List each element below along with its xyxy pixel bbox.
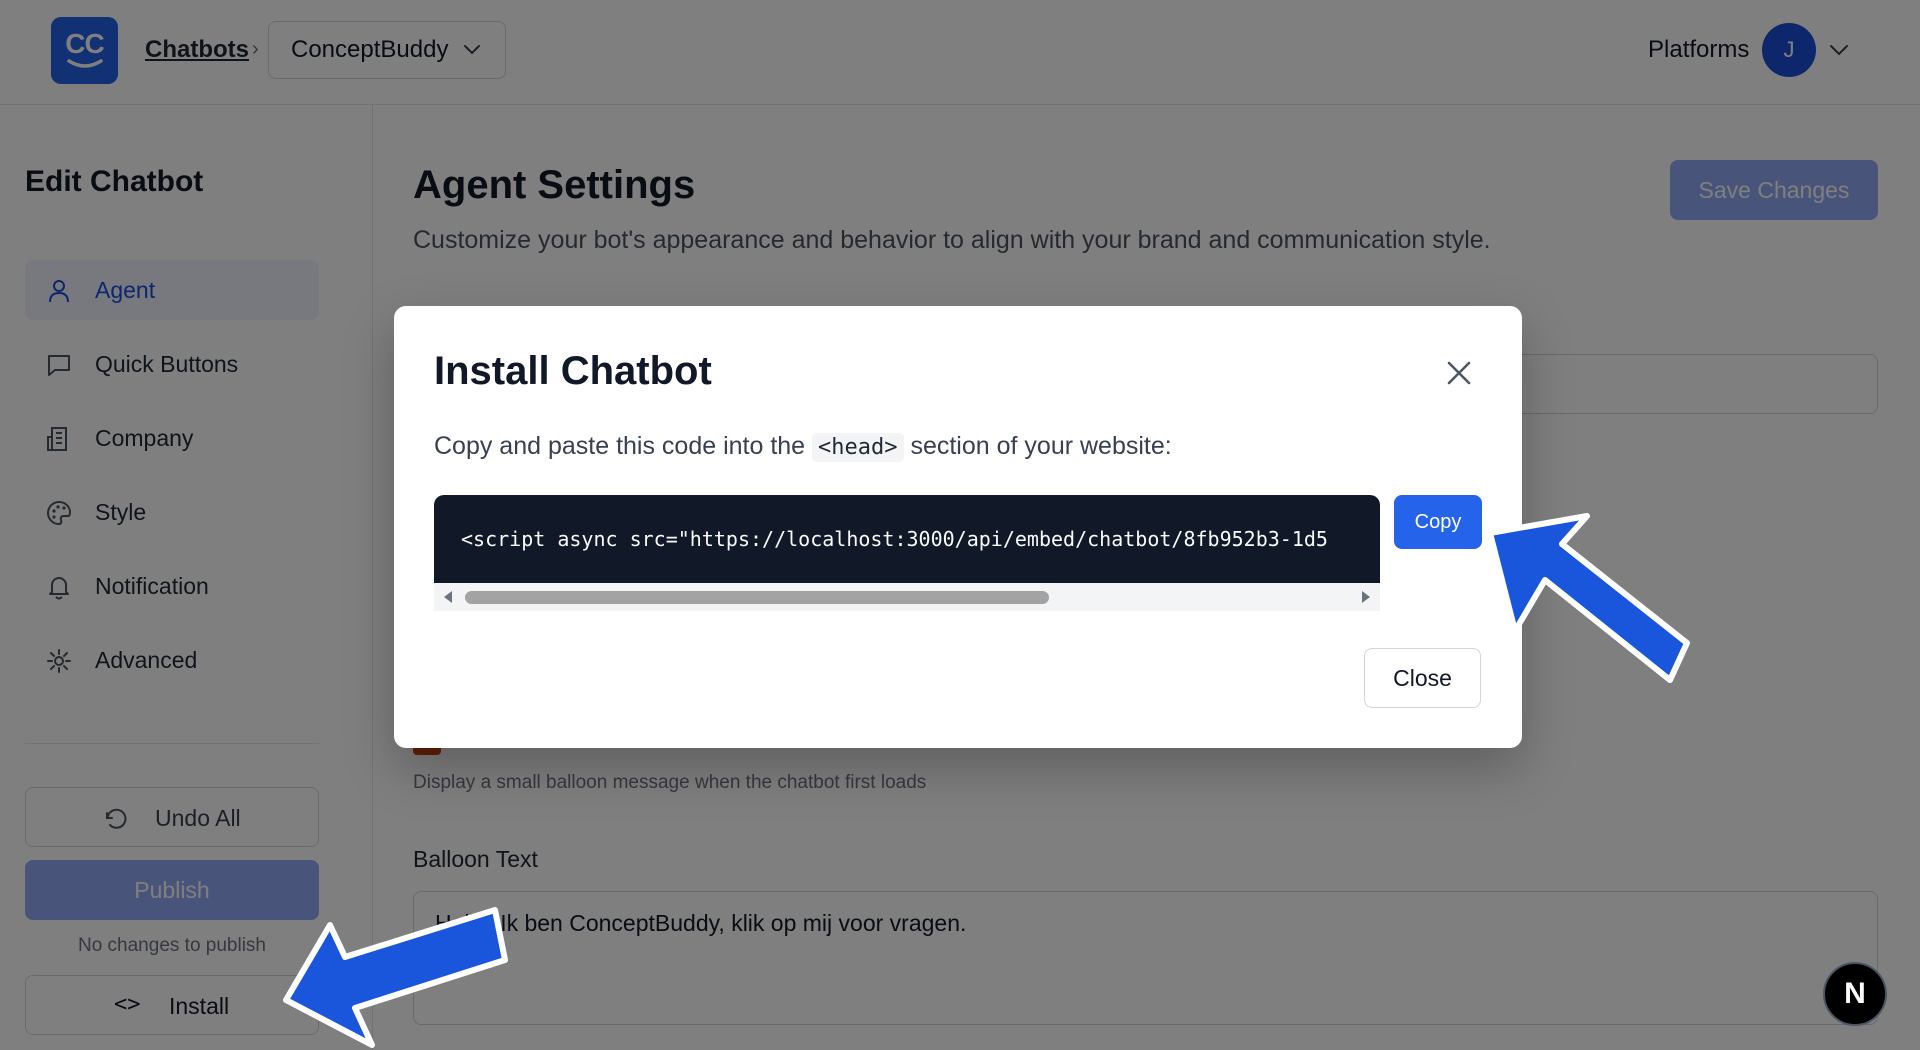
annotation-arrows <box>283 513 1690 1048</box>
dev-tools-badge[interactable]: N <box>1823 962 1887 1026</box>
copy-pointer-arrow-icon <box>1487 513 1690 683</box>
install-pointer-arrow-icon <box>283 907 508 1048</box>
